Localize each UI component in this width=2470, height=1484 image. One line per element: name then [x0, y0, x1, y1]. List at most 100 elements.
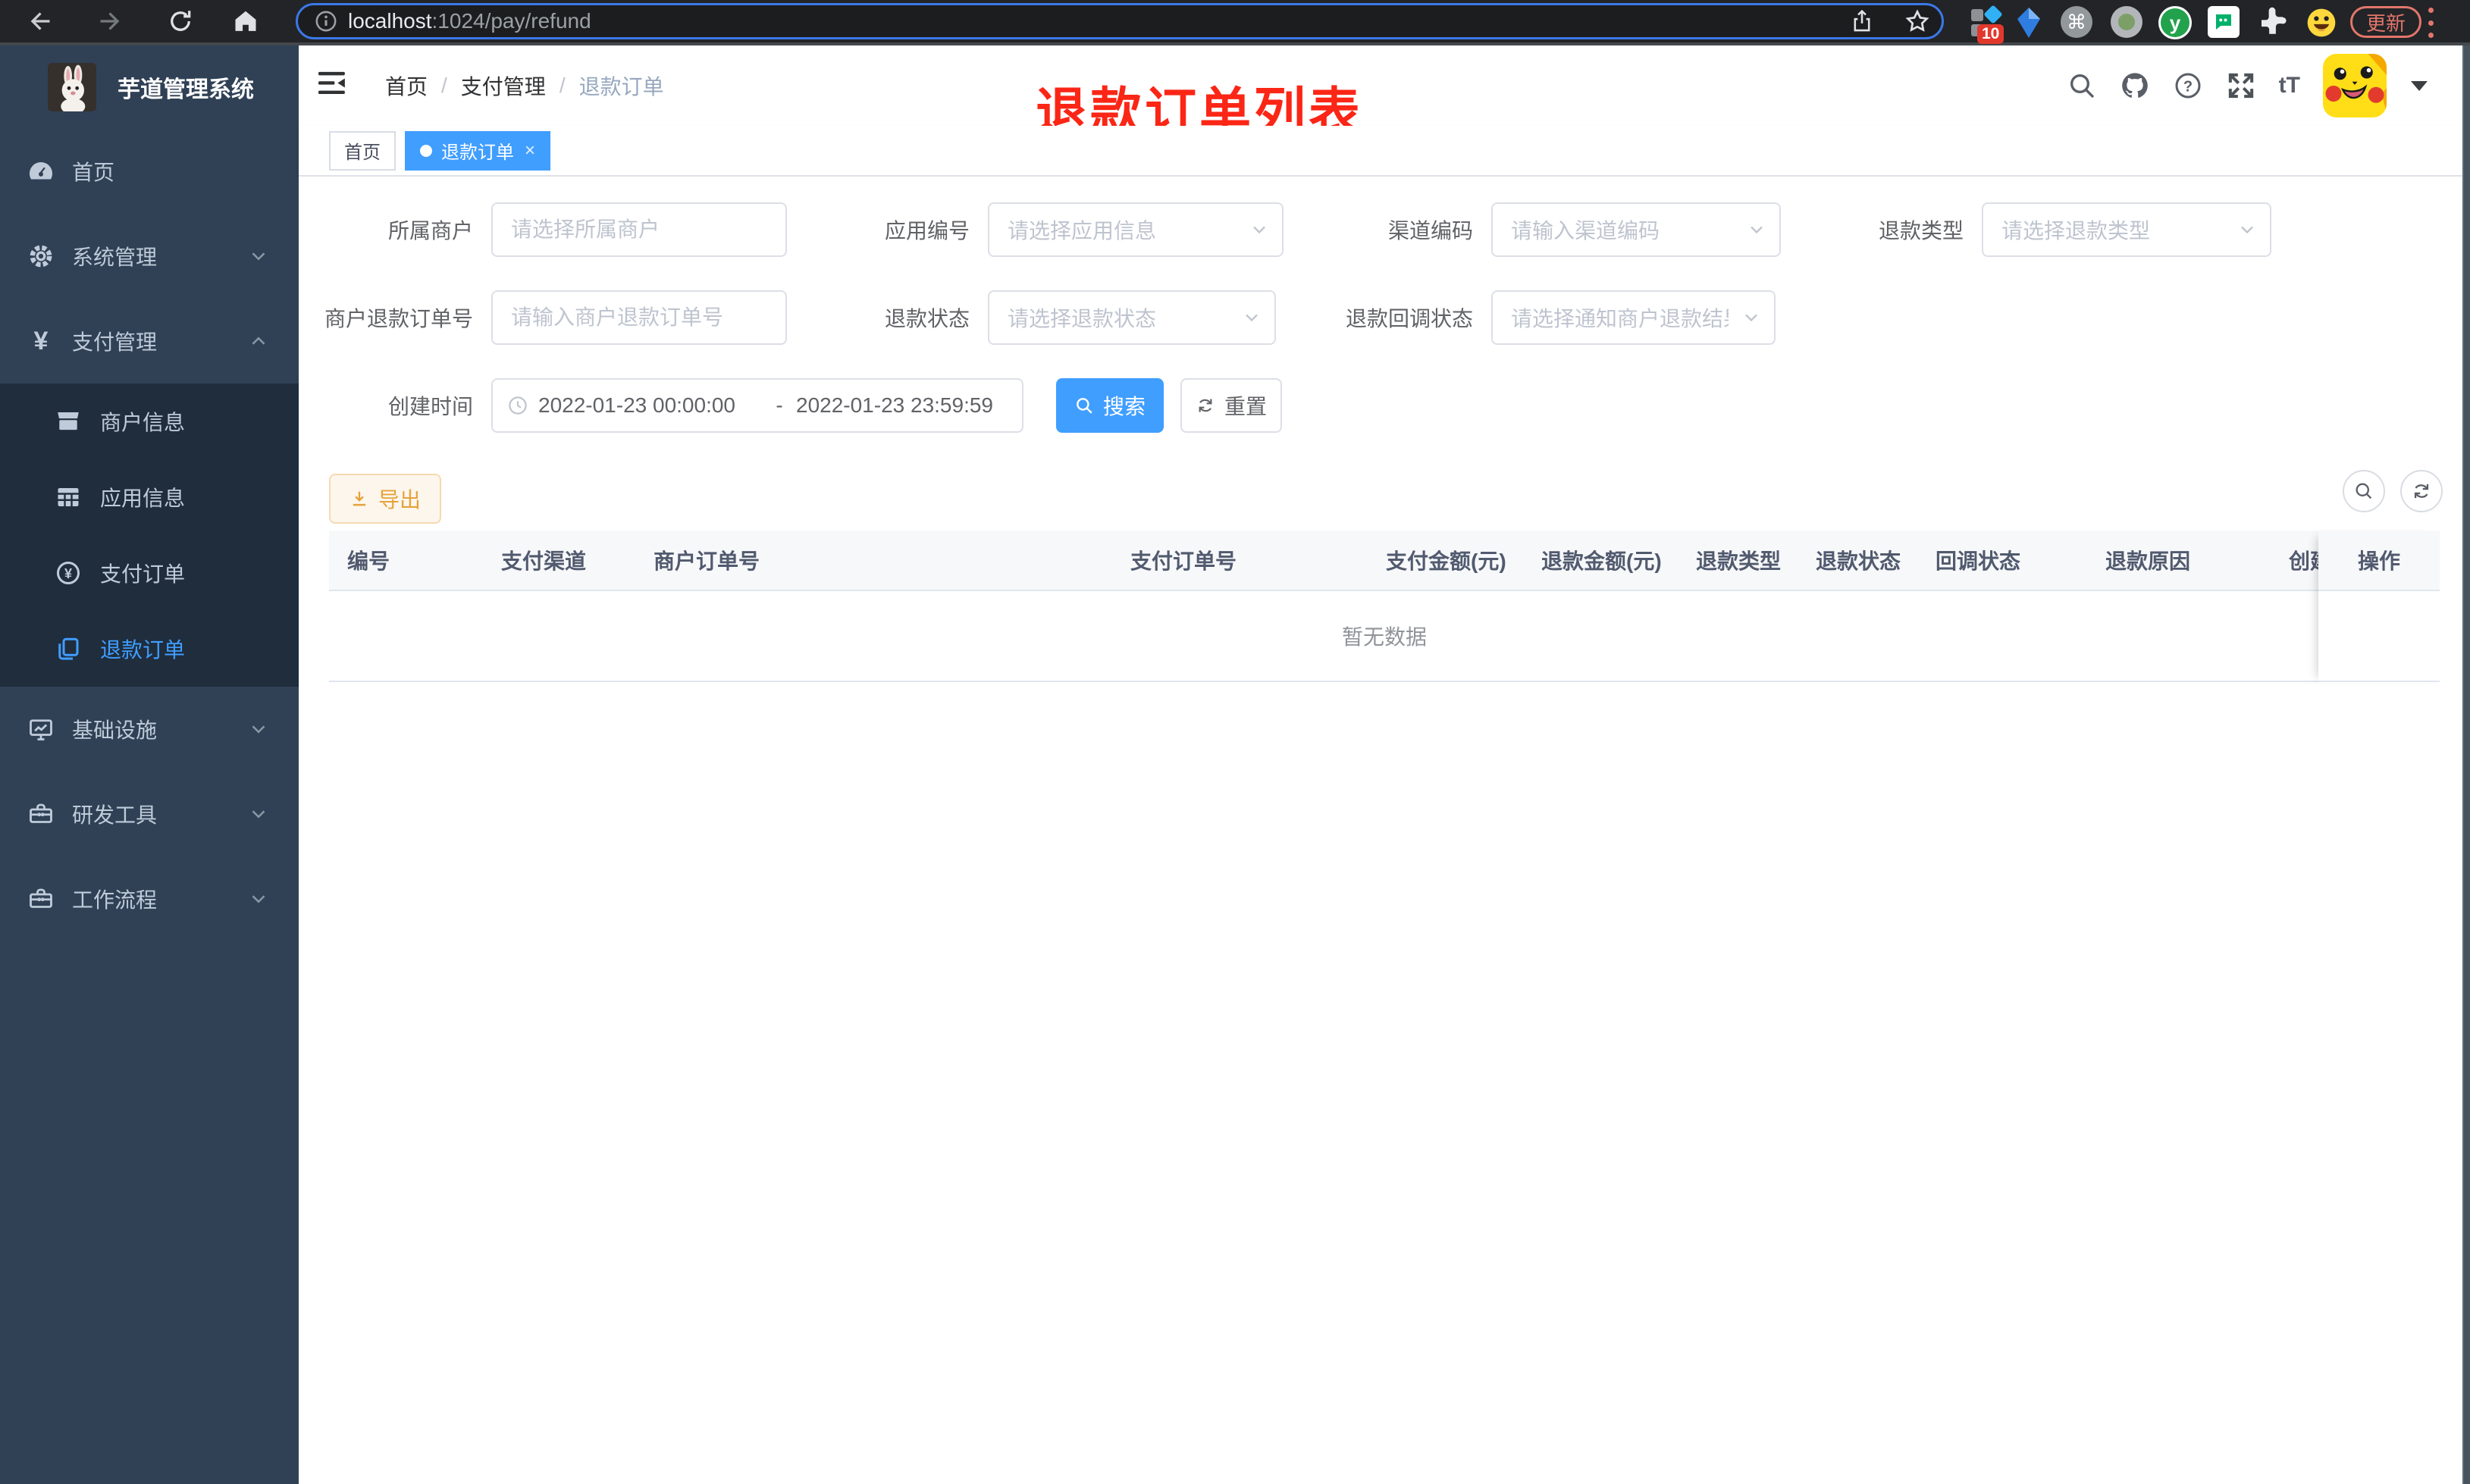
browser-menu-icon[interactable] — [2425, 8, 2437, 38]
extension-grid-icon[interactable]: 10 — [1970, 5, 2005, 44]
channel-code-select[interactable]: 请输入渠道编码 — [1491, 202, 1781, 257]
search-button[interactable]: 搜索 — [1056, 378, 1164, 433]
command-glyph: ⌘ — [2067, 10, 2086, 33]
sidebar-logo[interactable]: 芋道管理系统 — [0, 45, 299, 129]
reset-label: 重置 — [1224, 395, 1267, 418]
fullscreen-icon[interactable] — [2226, 70, 2256, 101]
refresh-table-button[interactable] — [2400, 470, 2443, 512]
site-info-icon[interactable] — [313, 8, 339, 34]
breadcrumb: 首页 / 支付管理 / 退款订单 — [385, 45, 664, 126]
table-body: 暂无数据 — [329, 591, 2440, 682]
select-placeholder: 请输入渠道编码 — [1511, 219, 1660, 243]
font-size-icon[interactable]: tT — [2279, 73, 2300, 99]
toggle-search-button[interactable] — [2343, 470, 2385, 512]
extensions-puzzle-icon[interactable] — [2256, 6, 2288, 38]
select-placeholder: 请选择退款类型 — [2001, 219, 2151, 243]
yen-icon: ¥ — [33, 326, 49, 355]
filter-label: 退款类型 — [1878, 219, 1964, 243]
refund-notify-status-select[interactable]: 请选择通知商户退款结果 — [1491, 290, 1776, 345]
url-host: localhost — [348, 9, 432, 33]
sidebar-item-infrastructure[interactable]: 基础设施 — [0, 687, 299, 772]
url-text[interactable]: localhost:1024/pay/refund — [348, 9, 591, 33]
sidebar-item-label: 基础设施 — [72, 719, 158, 742]
sidebar-item-app-info[interactable]: 应用信息 — [0, 459, 299, 535]
chevron-down-icon — [1249, 219, 1270, 240]
breadcrumb-home[interactable]: 首页 — [385, 70, 428, 101]
extension-y-icon[interactable]: y — [2158, 6, 2192, 39]
filter-label: 所属商户 — [387, 219, 473, 243]
extension-chat-icon[interactable] — [2208, 6, 2240, 38]
breadcrumb-separator: / — [441, 74, 447, 97]
search-icon[interactable] — [2067, 70, 2097, 101]
app-select[interactable]: 请选择应用信息 — [988, 202, 1284, 257]
reset-button[interactable]: 重置 — [1180, 378, 1282, 433]
monitor-icon — [27, 715, 55, 743]
svg-text:¥: ¥ — [64, 566, 72, 581]
range-end-value[interactable]: 2022-01-23 23:59:59 — [796, 393, 1014, 418]
refund-status-select[interactable]: 请选择退款状态 — [988, 290, 1276, 345]
sidebar-item-refund-order[interactable]: 退款订单 — [0, 611, 299, 687]
refresh-icon — [1199, 399, 1212, 412]
browser-home-icon[interactable] — [232, 8, 259, 35]
col-header-channel: 支付渠道 — [501, 549, 587, 573]
col-header-refund-status: 退款状态 — [1816, 549, 1901, 573]
table-grid-icon — [55, 484, 82, 511]
sidebar-collapse-icon[interactable] — [318, 70, 347, 99]
browser-address-bar[interactable]: localhost:1024/pay/refund — [296, 3, 1944, 39]
range-start-value[interactable]: 2022-01-23 00:00:00 — [538, 393, 763, 418]
merchant-input[interactable] — [491, 202, 787, 257]
col-header-pay-order-no: 支付订单号 — [1130, 549, 1237, 573]
payment-submenu: 商户信息 应用信息 ¥ 支付订单 退款订单 — [0, 384, 299, 687]
chevron-down-icon — [247, 245, 270, 268]
extension-command-icon[interactable]: ⌘ — [2061, 6, 2092, 38]
browser-reload-icon[interactable] — [167, 8, 194, 35]
search-label: 搜索 — [1102, 395, 1146, 418]
breadcrumb-payment[interactable]: 支付管理 — [461, 70, 546, 101]
github-icon[interactable] — [2120, 70, 2150, 101]
sidebar-item-home[interactable]: 首页 — [0, 129, 299, 214]
select-placeholder: 请选择通知商户退款结果 — [1511, 307, 1729, 330]
browser-forward-icon[interactable] — [97, 8, 124, 35]
sidebar-item-payment[interactable]: ¥ 支付管理 — [0, 299, 299, 384]
active-dot — [420, 144, 432, 157]
extension-dot-icon[interactable] — [2111, 6, 2142, 38]
sidebar-item-dev-tools[interactable]: 研发工具 — [0, 772, 299, 856]
filter-label: 应用编号 — [884, 219, 970, 243]
chevron-down-icon — [1241, 307, 1262, 328]
tags-view: 首页 退款订单 × — [299, 126, 2470, 177]
browser-back-icon[interactable] — [26, 8, 53, 35]
extension-emoji-icon[interactable] — [2305, 6, 2338, 39]
sidebar-item-system[interactable]: 系统管理 — [0, 214, 299, 299]
breadcrumb-current: 退款订单 — [578, 75, 664, 99]
sidebar-item-workflow[interactable]: 工作流程 — [0, 856, 299, 941]
fixed-action-column: 操作 — [2318, 531, 2440, 684]
sidebar-item-merchant-info[interactable]: 商户信息 — [0, 384, 299, 459]
tag-close-icon[interactable]: × — [525, 140, 535, 161]
created-time-range-picker[interactable]: 2022-01-23 00:00:00 - 2022-01-23 23:59:5… — [491, 378, 1023, 433]
export-button[interactable]: 导出 — [329, 474, 441, 524]
avatar[interactable] — [2323, 54, 2387, 117]
col-header-refund-type: 退款类型 — [1696, 549, 1782, 573]
chevron-down-icon — [247, 803, 270, 825]
browser-update-button[interactable]: 更新 — [2350, 6, 2422, 38]
sidebar-item-pay-order[interactable]: ¥ 支付订单 — [0, 535, 299, 611]
tag-label: 退款订单 — [441, 142, 514, 163]
filter-label: 渠道编码 — [1387, 219, 1473, 243]
navbar: 首页 / 支付管理 / 退款订单 退款订单列表 ? tT — [299, 45, 2470, 141]
extension-kite-icon[interactable] — [2014, 6, 2044, 39]
help-icon[interactable]: ? — [2173, 70, 2203, 101]
tag-refund-order[interactable]: 退款订单 × — [405, 130, 551, 171]
chevron-up-icon — [247, 330, 270, 352]
page-scrollbar[interactable] — [2462, 45, 2470, 1484]
select-placeholder: 请选择应用信息 — [1008, 219, 1157, 243]
bookmark-star-icon[interactable] — [1904, 8, 1931, 35]
merchant-refund-no-input[interactable] — [491, 290, 787, 345]
col-header-callback-status: 回调状态 — [1936, 549, 2021, 573]
share-icon[interactable] — [1849, 8, 1875, 34]
y-glyph: y — [2169, 11, 2181, 34]
tag-home[interactable]: 首页 — [329, 130, 396, 171]
refund-type-select[interactable]: 请选择退款类型 — [1982, 202, 2271, 257]
download-icon — [353, 491, 366, 506]
breadcrumb-separator: / — [559, 74, 566, 97]
avatar-caret-icon[interactable] — [2411, 80, 2428, 91]
